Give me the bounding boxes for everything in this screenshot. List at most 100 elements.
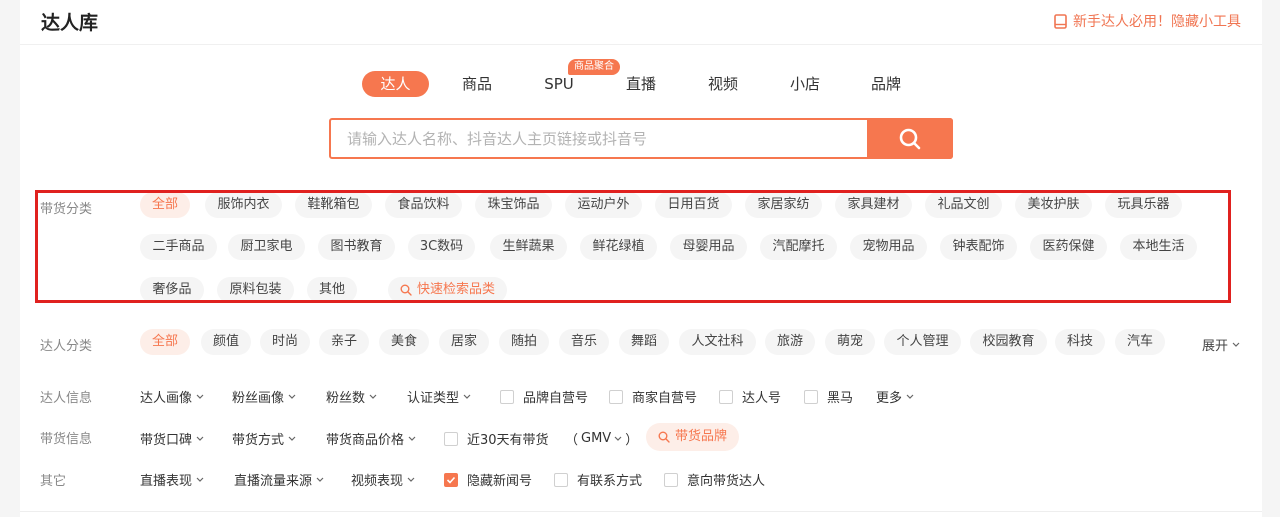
goods-chip[interactable]: 原料包装 [217,277,294,303]
goods-category-label: 带货分类 [40,202,93,217]
has-contact-checkbox[interactable]: 有联系方式 [554,470,642,489]
search-icon [400,284,412,296]
goods-chip[interactable]: 礼品文创 [925,192,1002,218]
intent-seller-checkbox[interactable]: 意向带货达人 [664,470,765,489]
goods-chip[interactable]: 家具建材 [835,192,912,218]
quick-category-search-button[interactable]: 快速检索品类 [388,277,507,303]
goods-chip[interactable]: 玩具乐器 [1105,192,1182,218]
creator-chip[interactable]: 居家 [439,329,489,355]
recent-sales-checkbox[interactable]: 近30天有带货 [444,429,549,448]
tab-product[interactable]: 商品 [452,71,502,97]
creator-chip[interactable]: 美食 [379,329,429,355]
goods-chip[interactable]: 钟表配饰 [940,234,1017,260]
help-link[interactable]: 新手达人必用！隐藏小工具 [1054,11,1241,31]
goods-chip[interactable]: 母婴用品 [670,234,747,260]
creator-chip[interactable]: 汽车 [1115,329,1165,355]
creator-chip[interactable]: 旅游 [765,329,815,355]
goods-chip[interactable]: 汽配摩托 [760,234,837,260]
checkbox-label: 隐藏新闻号 [467,474,533,489]
goods-chip[interactable]: 图书教育 [318,234,395,260]
chevron-down-icon [614,436,622,441]
fan-portrait-dropdown[interactable]: 粉丝画像 [232,387,296,406]
goods-chip[interactable]: 日用百货 [655,192,732,218]
search-button[interactable] [867,118,953,159]
dropdown-label: 视频表现 [351,474,404,489]
hide-news-checkbox[interactable]: 隐藏新闻号 [444,470,532,489]
goods-chip-all[interactable]: 全部 [140,192,190,218]
live-performance-dropdown[interactable]: 直播表现 [140,470,204,489]
goods-chip[interactable]: 服饰内衣 [205,192,282,218]
creator-chip[interactable]: 校园教育 [970,329,1047,355]
chevron-down-icon [196,477,204,482]
expand-button[interactable]: 展开 [1202,335,1240,354]
creator-chip[interactable]: 科技 [1055,329,1105,355]
dropdown-label: 更多 [876,391,903,406]
checkbox-label: 商家自营号 [632,391,698,406]
goods-chip[interactable]: 宠物用品 [850,234,927,260]
goods-chip[interactable]: 厨卫家电 [228,234,305,260]
tab-creator[interactable]: 达人 [362,71,429,97]
live-traffic-source-dropdown[interactable]: 直播流量来源 [234,470,324,489]
sales-method-dropdown[interactable]: 带货方式 [232,429,296,448]
goods-chip[interactable]: 珠宝饰品 [475,192,552,218]
merchant-self-run-checkbox[interactable]: 商家自营号 [609,387,697,406]
sales-brand-button[interactable]: 带货品牌 [646,423,739,451]
tab-live[interactable]: 直播 [616,71,666,97]
video-performance-dropdown[interactable]: 视频表现 [351,470,415,489]
goods-chip[interactable]: 鲜花绿植 [580,234,657,260]
checkbox-box [804,389,818,404]
checkbox-box [664,472,678,487]
goods-chip[interactable]: 运动户外 [565,192,642,218]
goods-chip[interactable]: 奢侈品 [140,277,204,303]
checkbox-label: 意向带货达人 [687,474,766,489]
creator-chip[interactable]: 颜值 [201,329,251,355]
goods-chip[interactable]: 食品饮料 [385,192,462,218]
creator-portrait-dropdown[interactable]: 达人画像 [140,387,204,406]
tab-brand[interactable]: 品牌 [861,71,911,97]
creator-chip[interactable]: 时尚 [260,329,310,355]
sales-brand-label: 带货品牌 [674,429,727,444]
goods-chip[interactable]: 二手商品 [140,234,217,260]
dropdown-label: 直播流量来源 [234,474,313,489]
creator-chip[interactable]: 随拍 [499,329,549,355]
sales-reputation-dropdown[interactable]: 带货口碑 [140,429,204,448]
tab-shop[interactable]: 小店 [780,71,830,97]
checkbox-box [719,389,733,404]
creator-chip[interactable]: 舞蹈 [619,329,669,355]
dark-horse-checkbox[interactable]: 黑马 [804,387,853,406]
goods-chip[interactable]: 家居家纺 [745,192,822,218]
gmv-dropdown[interactable]: （ GMV ） [565,429,638,448]
creator-chip[interactable]: 亲子 [319,329,369,355]
creator-account-checkbox[interactable]: 达人号 [719,387,781,406]
dropdown-label: 直播表现 [140,474,193,489]
more-filters-dropdown[interactable]: 更多 [876,387,914,406]
chevron-down-icon [196,436,204,441]
goods-chip[interactable]: 生鲜蔬果 [490,234,567,260]
chevron-down-icon [316,477,324,482]
product-price-dropdown[interactable]: 带货商品价格 [326,429,416,448]
creator-chip[interactable]: 萌宠 [825,329,875,355]
brand-self-run-checkbox[interactable]: 品牌自营号 [500,387,588,406]
goods-chip[interactable]: 鞋靴箱包 [295,192,372,218]
spu-badge: 商品聚合 [568,59,620,75]
verification-type-dropdown[interactable]: 认证类型 [407,387,471,406]
fan-count-dropdown[interactable]: 粉丝数 [326,387,377,406]
goods-chip[interactable]: 美妆护肤 [1015,192,1092,218]
goods-chip[interactable]: 医药保健 [1030,234,1107,260]
chevron-down-icon [407,477,415,482]
checkbox-box [609,389,623,404]
gmv-paren-open: （ [565,433,579,448]
chevron-down-icon [906,394,914,399]
tab-video[interactable]: 视频 [698,71,748,97]
goods-chip[interactable]: 其他 [307,277,357,303]
creator-chip[interactable]: 人文社科 [679,329,756,355]
creator-chip[interactable]: 音乐 [559,329,609,355]
creator-info-label: 达人信息 [40,391,93,406]
creator-chip-all[interactable]: 全部 [140,329,190,355]
goods-chip[interactable]: 3C数码 [408,234,475,260]
goods-chip[interactable]: 本地生活 [1120,234,1197,260]
sales-info-label: 带货信息 [40,432,93,447]
search-bar [329,118,953,159]
search-input[interactable] [331,120,867,157]
creator-chip[interactable]: 个人管理 [884,329,961,355]
